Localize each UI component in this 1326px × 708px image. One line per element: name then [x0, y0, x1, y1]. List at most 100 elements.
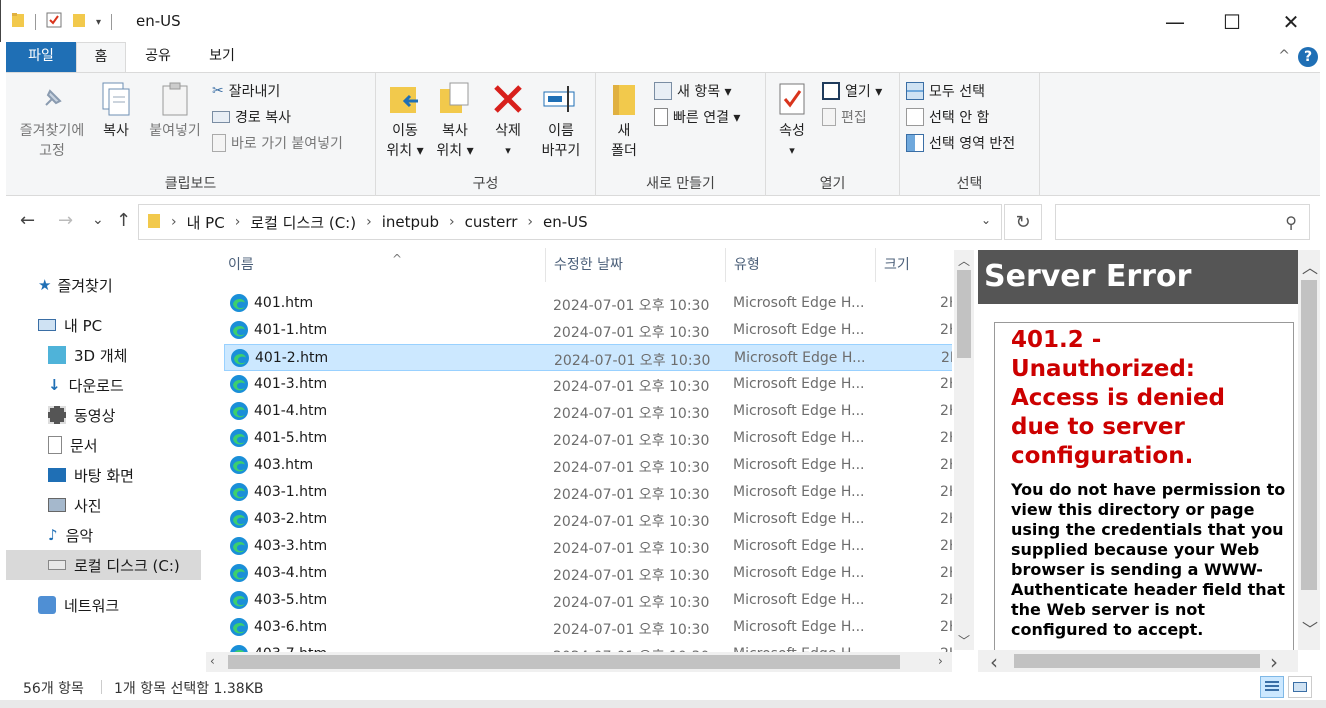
table-row[interactable]: 403-6.htm 2024-07-01 오후 10:30 Microsoft Ed…	[224, 614, 952, 641]
sidebar-item-documents[interactable]: 문서	[6, 430, 201, 460]
select-all-button[interactable]: 모두 선택	[906, 79, 985, 103]
scroll-left-icon[interactable]: ‹	[990, 650, 998, 674]
scroll-right-icon[interactable]: ›	[1270, 650, 1278, 674]
properties-button[interactable]: 속성 ▾	[772, 79, 812, 161]
tab-home[interactable]: 홈	[76, 42, 126, 73]
breadcrumb-item[interactable]: inetpub	[382, 213, 439, 231]
invert-selection-button[interactable]: 선택 영역 반전	[906, 131, 1015, 155]
sidebar-item-pictures[interactable]: 사진	[6, 490, 201, 520]
breadcrumb-item[interactable]: 내 PC	[187, 212, 225, 233]
column-header-size[interactable]: 크기	[876, 248, 952, 282]
easy-access-button[interactable]: 빠른 연결 ▾	[654, 105, 740, 129]
scroll-right-icon[interactable]: ›	[938, 654, 943, 668]
large-icons-view-button[interactable]	[1288, 676, 1312, 698]
table-row[interactable]: 403-1.htm 2024-07-01 오후 10:30 Microsoft Ed…	[224, 479, 952, 506]
properties-check-icon[interactable]	[46, 12, 62, 32]
edit-label: 편집	[841, 110, 867, 126]
search-input[interactable]: ⚲	[1055, 204, 1310, 240]
breadcrumb-item[interactable]: 로컬 디스크 (C:)	[250, 212, 356, 233]
new-item-button[interactable]: 새 항목 ▾	[654, 79, 732, 103]
edit-button[interactable]: 편집	[822, 105, 867, 129]
rename-button[interactable]: 이름 바꾸기	[536, 79, 586, 161]
pin-to-quick-access-button[interactable]: 즐겨찾기에 고정	[12, 79, 92, 161]
back-icon[interactable]: ←	[20, 210, 35, 231]
column-header-name[interactable]: 이름 ^	[220, 248, 546, 282]
sidebar-item-label: 3D 개체	[74, 346, 128, 365]
table-row[interactable]: 401.htm 2024-07-01 오후 10:30 Microsoft Edge…	[224, 290, 952, 317]
scrollbar-thumb[interactable]	[1301, 280, 1317, 590]
open-button[interactable]: 열기 ▾	[822, 79, 882, 103]
scroll-left-icon[interactable]: ‹	[210, 654, 215, 668]
scroll-up-icon[interactable]: ︿	[958, 252, 970, 269]
table-row[interactable]: 403-4.htm 2024-07-01 오후 10:30 Microsoft Ed…	[224, 560, 952, 587]
details-view-button[interactable]	[1260, 676, 1284, 698]
new-folder-icon[interactable]	[72, 12, 86, 32]
tab-file[interactable]: 파일	[6, 42, 76, 72]
select-group-label: 선택	[956, 176, 983, 192]
copy-button[interactable]: 복사	[94, 79, 138, 141]
scrollbar-thumb[interactable]	[957, 270, 971, 358]
up-icon[interactable]: ↑	[116, 210, 131, 231]
properties-dropdown-icon[interactable]: ▾	[772, 141, 812, 161]
chevron-down-icon[interactable]: ⌄	[981, 213, 991, 227]
chevron-down-icon[interactable]: ▾	[96, 17, 101, 28]
copy-path-button[interactable]: 경로 복사	[212, 105, 291, 129]
collapse-ribbon-icon[interactable]: ^	[1278, 48, 1290, 64]
tab-share[interactable]: 공유	[132, 42, 184, 72]
help-icon[interactable]: ?	[1298, 47, 1318, 67]
table-row[interactable]: 401-5.htm 2024-07-01 오후 10:30 Microsoft Ed…	[224, 425, 952, 452]
maximize-button[interactable]: ☐	[1204, 0, 1260, 44]
sidebar-item-music[interactable]: ♪ 음악	[6, 520, 201, 550]
sidebar-item-3d-objects[interactable]: 3D 개체	[6, 340, 201, 370]
forward-icon[interactable]: →	[58, 210, 73, 231]
table-row[interactable]: 403-5.htm 2024-07-01 오후 10:30 Microsoft Ed…	[224, 587, 952, 614]
select-all-icon	[906, 82, 924, 100]
sidebar-item-downloads[interactable]: ↓ 다운로드	[6, 370, 201, 400]
delete-button[interactable]: 삭제 ▾	[488, 79, 528, 161]
scroll-down-icon[interactable]: ﹀	[958, 632, 970, 649]
preview-horizontal-scrollbar[interactable]: ‹ ›	[978, 650, 1298, 674]
delete-dropdown-icon[interactable]: ▾	[488, 141, 528, 161]
move-to-button[interactable]: 이동 위치 ▾	[382, 79, 428, 161]
sidebar-item-quick-access[interactable]: ★ 즐겨찾기	[6, 270, 201, 300]
copy-to-button[interactable]: 복사 위치 ▾	[432, 79, 478, 161]
new-folder-icon	[604, 79, 644, 119]
file-list-vertical-scrollbar[interactable]: ︿ ﹀	[954, 250, 974, 650]
sidebar-item-this-pc[interactable]: 내 PC	[6, 310, 201, 340]
new-folder-button[interactable]: 새 폴더	[604, 79, 644, 161]
recent-locations-icon[interactable]: ⌄	[92, 212, 104, 228]
table-row[interactable]: 401-3.htm 2024-07-01 오후 10:30 Microsoft Ed…	[224, 371, 952, 398]
scroll-down-icon[interactable]: ﹀	[1302, 616, 1318, 640]
cut-button[interactable]: ✂ 잘라내기	[212, 79, 280, 103]
sidebar-item-local-disk[interactable]: 로컬 디스크 (C:)	[6, 550, 201, 580]
refresh-button[interactable]: ↻	[1004, 204, 1042, 240]
sidebar-item-desktop[interactable]: 바탕 화면	[6, 460, 201, 490]
column-header-type[interactable]: 유형	[726, 248, 876, 282]
scrollbar-thumb[interactable]	[1014, 654, 1260, 668]
scrollbar-thumb[interactable]	[228, 655, 900, 669]
table-row[interactable]: 401-2.htm 2024-07-01 오후 10:30 Microsoft Ed…	[224, 344, 952, 371]
column-header-date[interactable]: 수정한 날짜	[546, 248, 726, 282]
preview-pane: Server Error 401.2 - Unauthorized: Acces…	[978, 250, 1298, 650]
preview-vertical-scrollbar[interactable]: ︿ ﹀	[1298, 250, 1320, 650]
close-button[interactable]: ✕	[1263, 0, 1319, 44]
preview-header: Server Error	[978, 250, 1298, 304]
table-row[interactable]: 401-4.htm 2024-07-01 오후 10:30 Microsoft Ed…	[224, 398, 952, 425]
tab-view[interactable]: 보기	[196, 42, 248, 72]
scroll-up-icon[interactable]: ︿	[1302, 254, 1318, 278]
select-none-button[interactable]: 선택 안 함	[906, 105, 989, 129]
sidebar-item-network[interactable]: 네트워크	[6, 590, 201, 620]
table-row[interactable]: 403-3.htm 2024-07-01 오후 10:30 Microsoft Ed…	[224, 533, 952, 560]
file-list-horizontal-scrollbar[interactable]: ‹ ›	[206, 652, 952, 672]
breadcrumb-item[interactable]: en-US	[543, 213, 588, 231]
address-bar[interactable]: › 내 PC › 로컬 디스크 (C:) › inetpub › custerr…	[138, 204, 1002, 240]
breadcrumb-item[interactable]: custerr	[465, 213, 518, 231]
paste-shortcut-button[interactable]: 바로 가기 붙여넣기	[212, 131, 343, 155]
sidebar-item-videos[interactable]: 동영상	[6, 400, 201, 430]
table-row[interactable]: 403-7.htm2024-07-01 오후 10:30Microsoft Ed…	[224, 641, 952, 652]
minimize-button[interactable]: —	[1147, 0, 1203, 44]
paste-button[interactable]: 붙여넣기	[142, 79, 208, 141]
table-row[interactable]: 403-2.htm 2024-07-01 오후 10:30 Microsoft Ed…	[224, 506, 952, 533]
table-row[interactable]: 401-1.htm 2024-07-01 오후 10:30 Microsoft Ed…	[224, 317, 952, 344]
table-row[interactable]: 403.htm 2024-07-01 오후 10:30 Microsoft Edge…	[224, 452, 952, 479]
